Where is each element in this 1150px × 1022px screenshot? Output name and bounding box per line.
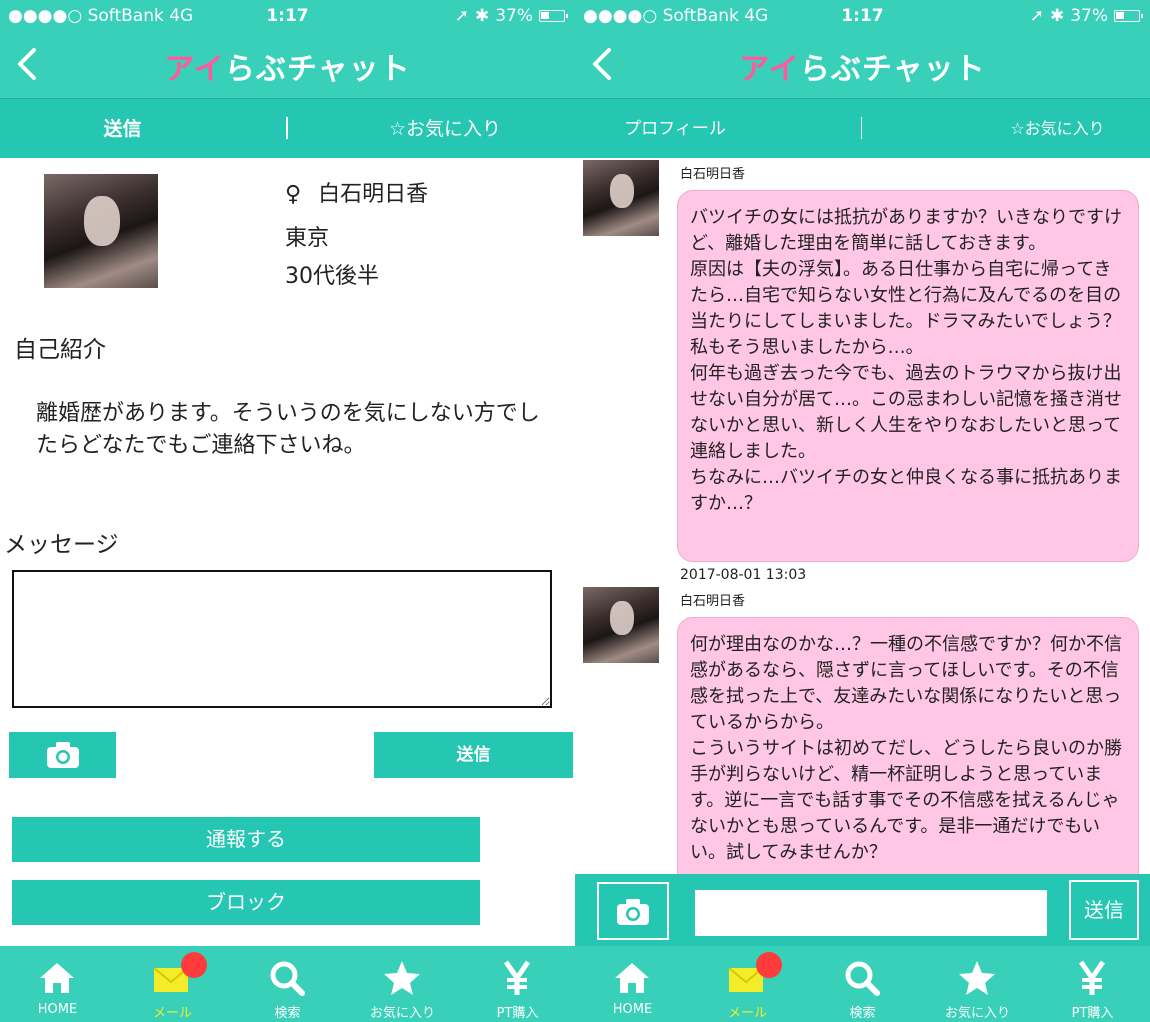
nav-label: 検索	[849, 1006, 876, 1021]
send-button[interactable]: 送信	[374, 732, 573, 778]
unread-badge	[756, 952, 782, 978]
message-input[interactable]	[12, 570, 552, 708]
block-button[interactable]: ブロック	[12, 880, 480, 925]
intro-title: 自己紹介	[14, 337, 106, 363]
app-header: ●●●●○ SoftBank 4G 1:17 ➚ ✱ 37% アイらぶチャット	[575, 0, 1150, 98]
nav-mail[interactable]: メール	[690, 946, 805, 1022]
sender-name: 白石明日香	[680, 594, 746, 609]
search-icon	[845, 961, 880, 996]
female-icon: ♀	[285, 182, 302, 207]
home-icon	[40, 963, 74, 993]
profile-name: 白石明日香	[318, 182, 429, 207]
nav-label: メール	[727, 1006, 767, 1021]
battery-icon	[539, 10, 568, 22]
location-arrow-icon: ➚	[454, 6, 469, 26]
search-icon	[270, 961, 305, 996]
nav-label: HOME	[37, 1002, 78, 1017]
nav-mail[interactable]: メール	[115, 946, 230, 1022]
send-button[interactable]: 送信	[1069, 880, 1139, 940]
yen-icon	[503, 960, 531, 995]
yen-icon	[1078, 960, 1106, 995]
sender-avatar	[583, 587, 659, 663]
tab-favorite[interactable]: ☆お気に入り	[340, 99, 550, 159]
message-title: メッセージ	[4, 532, 119, 558]
intro-text: 離婚歴があります。そういうのを気にしない方でしたらどなたでもご連絡下さいね。	[36, 401, 540, 458]
nav-label: お気に入り	[944, 1006, 1010, 1021]
logo-part-1: アイ	[739, 52, 800, 87]
nav-label: HOME	[612, 1002, 653, 1017]
battery-icon	[1114, 10, 1143, 22]
chat-screen: ●●●●○ SoftBank 4G 1:17 ➚ ✱ 37% アイらぶチャット …	[575, 0, 1150, 1022]
unread-badge	[181, 952, 207, 978]
bluetooth-icon: ✱	[474, 6, 490, 26]
nav-search[interactable]: 検索	[230, 946, 345, 1022]
sender-name: 白石明日香	[680, 167, 746, 182]
logo-part-2: らぶチャット	[224, 52, 411, 87]
app-header: ●●●●○ SoftBank 4G 1:17 ➚ ✱ 37% アイらぶチャット	[0, 0, 575, 98]
tab-divider	[286, 117, 288, 139]
action-tabbar: プロフィール ☆お気に入り	[575, 98, 1150, 158]
tab-send[interactable]: 送信	[0, 99, 245, 159]
app-logo: アイらぶチャット	[0, 44, 575, 88]
star-icon	[384, 961, 420, 995]
bottom-nav: HOME メール 検索 お気に入り PT購入	[0, 946, 575, 1022]
message-timestamp: 2017-08-01 13:03	[680, 567, 807, 583]
message-bubble: バツイチの女には抵抗がありますか？いきなりですけど、離婚した理由を簡単に話してお…	[677, 190, 1139, 562]
nav-search[interactable]: 検索	[805, 946, 920, 1022]
nav-pt-purchase[interactable]: PT購入	[1035, 946, 1150, 1022]
nav-pt-purchase[interactable]: PT購入	[460, 946, 575, 1022]
nav-label: PT購入	[1071, 1006, 1114, 1021]
nav-label: お気に入り	[369, 1006, 435, 1021]
profile-avatar	[44, 174, 158, 288]
camera-icon	[617, 899, 649, 925]
report-button[interactable]: 通報する	[12, 817, 480, 862]
profile-name-row: ♀ 白石明日香	[285, 176, 428, 208]
nav-favorites[interactable]: お気に入り	[920, 946, 1035, 1022]
status-bar: ●●●●○ SoftBank 4G 1:17 ➚ ✱ 37%	[0, 6, 575, 28]
tab-favorite[interactable]: ☆お気に入り	[970, 99, 1145, 159]
profile-age: 30代後半	[285, 264, 379, 289]
nav-label: メール	[152, 1006, 192, 1021]
location-arrow-icon: ➚	[1029, 6, 1044, 26]
logo-part-1: アイ	[164, 52, 225, 87]
bottom-nav: HOME メール 検索 お気に入り PT購入	[575, 946, 1150, 1022]
chat-message-input[interactable]	[695, 890, 1047, 936]
photo-button[interactable]	[9, 732, 116, 778]
nav-label: PT購入	[496, 1006, 539, 1021]
app-logo: アイらぶチャット	[575, 44, 1150, 88]
nav-home[interactable]: HOME	[575, 946, 690, 1022]
status-bar: ●●●●○ SoftBank 4G 1:17 ➚ ✱ 37%	[575, 6, 1150, 28]
profile-location: 東京	[285, 226, 330, 251]
message-bubble: 何が理由なのかな…？一種の不信感ですか？何か不信感があるなら、隠さずに言ってほし…	[677, 617, 1139, 897]
photo-button[interactable]	[597, 882, 669, 940]
profile-screen: ●●●●○ SoftBank 4G 1:17 ➚ ✱ 37% アイらぶチャット …	[0, 0, 575, 1022]
battery-percent: 37%	[1070, 6, 1108, 26]
tab-profile[interactable]: プロフィール	[575, 99, 775, 159]
nav-favorites[interactable]: お気に入り	[345, 946, 460, 1022]
logo-part-2: らぶチャット	[799, 52, 986, 87]
nav-label: 検索	[274, 1006, 301, 1021]
camera-icon	[46, 742, 79, 768]
tab-divider	[861, 117, 862, 139]
home-icon	[615, 963, 649, 993]
battery-percent: 37%	[495, 6, 533, 26]
nav-home[interactable]: HOME	[0, 946, 115, 1022]
action-tabbar: 送信 ☆お気に入り	[0, 98, 575, 158]
star-icon	[959, 961, 995, 995]
bluetooth-icon: ✱	[1049, 6, 1065, 26]
chat-input-bar: 送信	[575, 874, 1150, 946]
sender-avatar	[583, 160, 659, 236]
